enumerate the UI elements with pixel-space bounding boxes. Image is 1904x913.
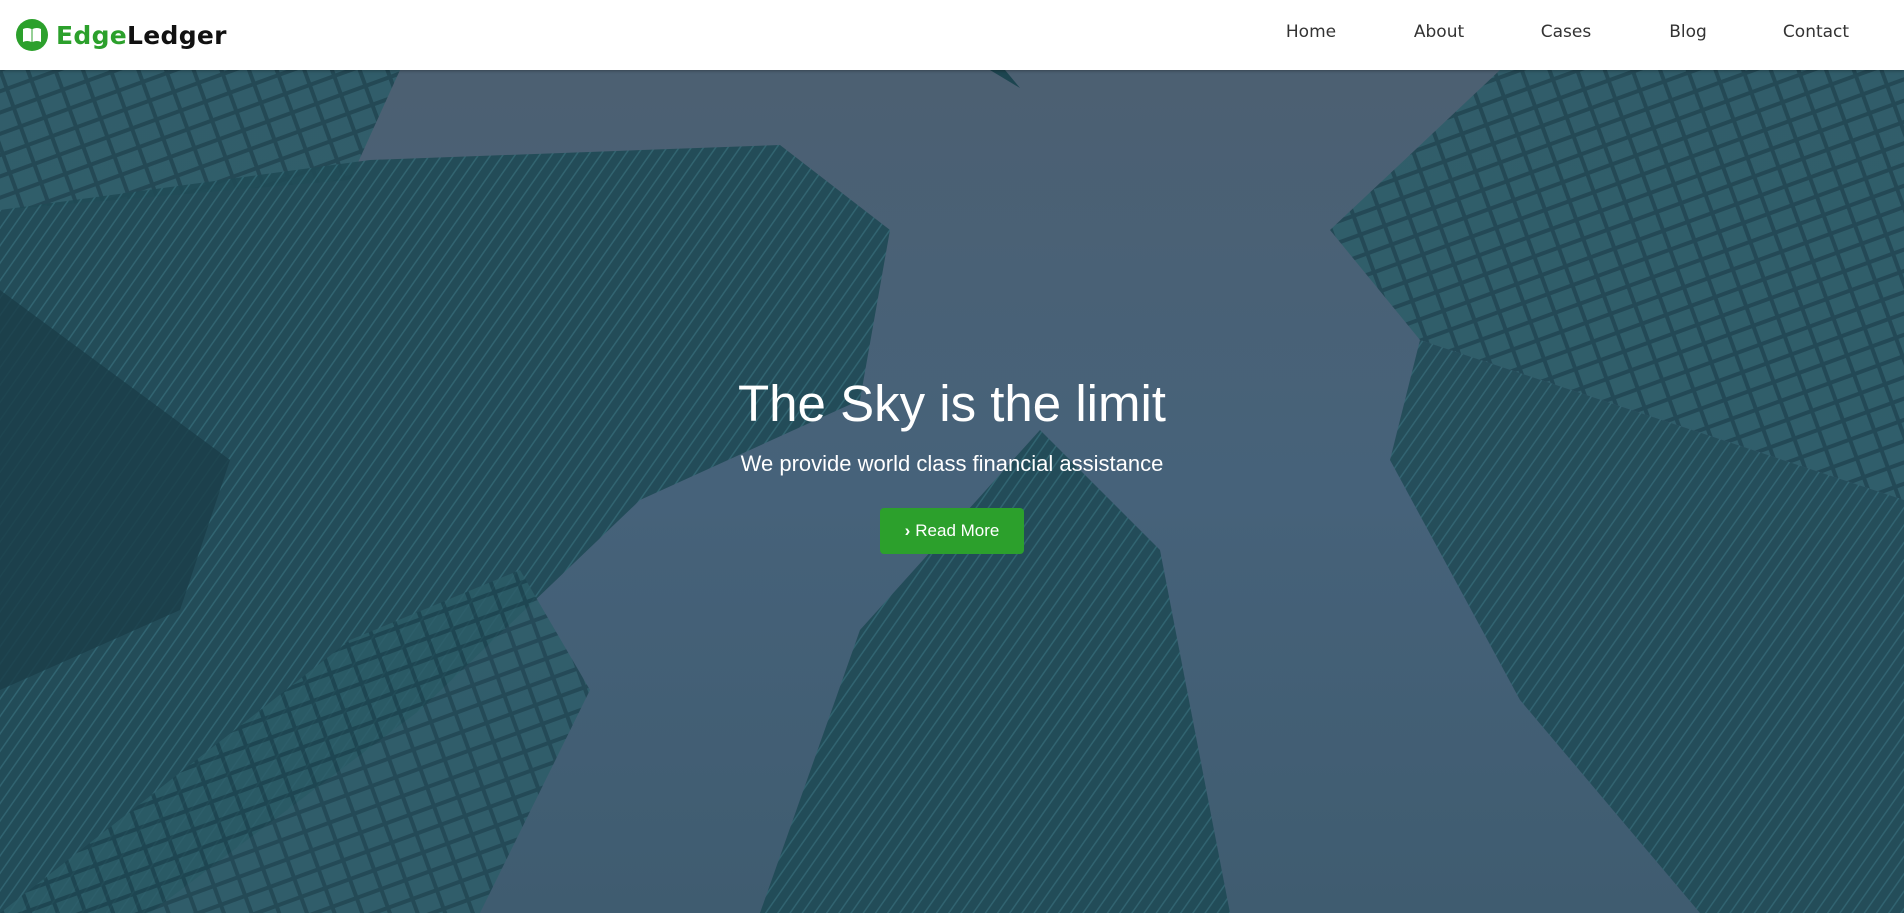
nav-home[interactable]: Home <box>1286 22 1336 42</box>
brand-logo[interactable]: EdgeLedger <box>16 19 227 51</box>
brand-name-part1: Edge <box>56 20 128 50</box>
chevron-right-icon: › <box>904 521 911 540</box>
read-more-label: Read More <box>915 521 1000 540</box>
book-icon <box>16 19 48 51</box>
nav-contact[interactable]: Contact <box>1783 22 1849 42</box>
brand-name-part2: Ledger <box>127 20 227 50</box>
nav-blog[interactable]: Blog <box>1669 22 1707 42</box>
hero-title: The Sky is the limit <box>738 375 1166 432</box>
navbar: EdgeLedger Home About Cases Blog Contact <box>0 0 1904 70</box>
hero-section: The Sky is the limit We provide world cl… <box>0 70 1904 913</box>
nav-about[interactable]: About <box>1414 22 1464 42</box>
hero-background-image <box>0 70 1904 913</box>
hero-subtitle: We provide world class financial assista… <box>740 451 1164 476</box>
read-more-button[interactable]: › Read More <box>880 508 1024 554</box>
nav-cases[interactable]: Cases <box>1541 22 1591 42</box>
